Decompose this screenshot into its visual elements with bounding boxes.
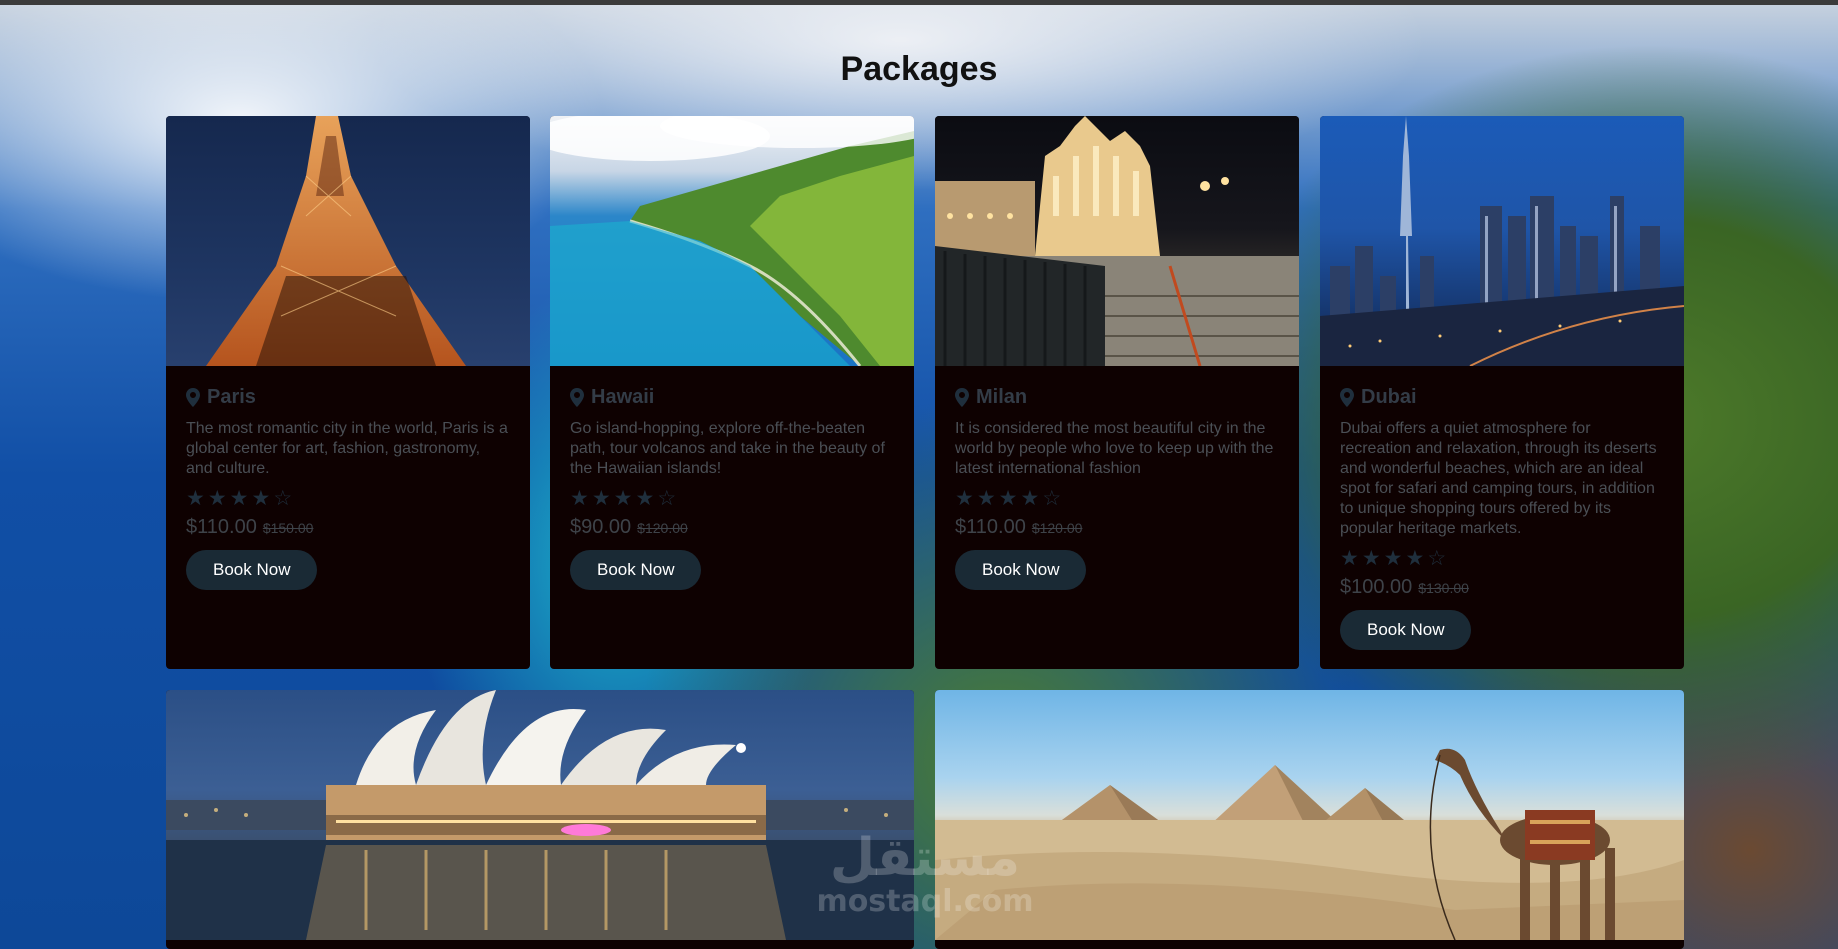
package-price: $100.00 — [1340, 576, 1413, 598]
map-pin-icon — [186, 388, 200, 407]
package-price: $110.00 — [955, 516, 1026, 538]
package-card-paris: Paris The most romantic city in the worl… — [166, 116, 530, 669]
star-filled-icon: ★ — [635, 487, 655, 510]
package-old-price: $120.00 — [1031, 520, 1083, 536]
paris-image — [166, 116, 530, 366]
package-old-price: $150.00 — [262, 520, 314, 536]
package-price: $110.00 — [186, 516, 257, 538]
star-filled-icon: ★ — [976, 487, 996, 510]
package-card-milan: Milan It is considered the most beautifu… — [935, 116, 1299, 669]
map-pin-icon — [570, 388, 584, 407]
watermark: مستقل mostaql.com — [805, 830, 1045, 918]
book-now-button[interactable]: Book Now — [186, 550, 318, 590]
dubai-skyline-illustration — [1320, 116, 1684, 366]
rating-stars: ★ ★ ★ ★ ☆ — [1340, 548, 1664, 570]
star-filled-icon: ★ — [207, 487, 227, 510]
package-card-egypt — [935, 690, 1684, 949]
rating-stars: ★ ★ ★ ★ ☆ — [186, 488, 510, 510]
page-title: Packages — [840, 50, 998, 88]
star-filled-icon: ★ — [570, 487, 589, 510]
package-old-price: $120.00 — [637, 520, 688, 536]
package-old-price: $130.00 — [1418, 580, 1469, 596]
book-now-button[interactable]: Book Now — [570, 550, 702, 590]
sydney-opera-house-image — [166, 690, 914, 940]
rating-stars: ★ ★ ★ ★ ☆ — [570, 488, 894, 510]
package-name: Dubai — [1361, 386, 1417, 408]
hawaii-coast-illustration — [550, 116, 914, 366]
browser-top-bar — [0, 0, 1838, 5]
star-filled-icon: ★ — [955, 487, 974, 510]
watermark-latin: mostaql.com — [816, 884, 1034, 919]
package-card-hawaii: Hawaii Go island-hopping, explore off-th… — [550, 116, 914, 669]
book-now-button[interactable]: Book Now — [1340, 610, 1472, 650]
star-empty-icon: ☆ — [273, 487, 293, 510]
package-description: Dubai offers a quiet atmosphere for recr… — [1340, 420, 1657, 537]
package-price: $90.00 — [570, 516, 632, 538]
star-filled-icon: ★ — [229, 487, 249, 510]
star-filled-icon: ★ — [613, 487, 633, 510]
star-filled-icon: ★ — [998, 487, 1018, 510]
star-filled-icon: ★ — [1020, 487, 1040, 510]
package-description: Go island-hopping, explore off-the-beate… — [570, 420, 885, 477]
packages-page: Packages Paris The most romantic city in… — [0, 0, 1838, 949]
package-name: Hawaii — [591, 386, 655, 408]
dubai-image — [1320, 116, 1684, 366]
star-filled-icon: ★ — [1340, 547, 1359, 570]
star-empty-icon: ☆ — [657, 487, 677, 510]
map-pin-icon — [1340, 388, 1354, 407]
star-filled-icon: ★ — [186, 487, 205, 510]
package-name: Paris — [207, 386, 256, 408]
watermark-arabic: مستقل — [829, 828, 1021, 888]
star-filled-icon: ★ — [251, 487, 271, 510]
milan-image — [935, 116, 1299, 366]
star-empty-icon: ☆ — [1042, 487, 1062, 510]
package-description: The most romantic city in the world, Par… — [186, 420, 508, 477]
star-filled-icon: ★ — [1361, 547, 1381, 570]
book-now-button[interactable]: Book Now — [955, 550, 1087, 590]
hawaii-image — [550, 116, 914, 366]
eiffel-tower-illustration — [206, 116, 466, 366]
egypt-pyramids-image — [935, 690, 1684, 940]
package-description: It is considered the most beautiful city… — [955, 420, 1274, 477]
package-card-sydney — [166, 690, 914, 949]
package-name: Milan — [976, 386, 1028, 408]
star-filled-icon: ★ — [591, 487, 611, 510]
star-filled-icon: ★ — [1405, 547, 1425, 570]
package-card-dubai: Dubai Dubai offers a quiet atmosphere fo… — [1320, 116, 1684, 669]
star-empty-icon: ☆ — [1427, 547, 1447, 570]
star-filled-icon: ★ — [1383, 547, 1403, 570]
map-pin-icon — [955, 388, 969, 407]
pyramids-camel-illustration — [935, 748, 1684, 940]
rating-stars: ★ ★ ★ ★ ☆ — [955, 488, 1279, 510]
opera-house-illustration — [166, 690, 914, 940]
milan-cathedral-illustration — [935, 116, 1299, 366]
